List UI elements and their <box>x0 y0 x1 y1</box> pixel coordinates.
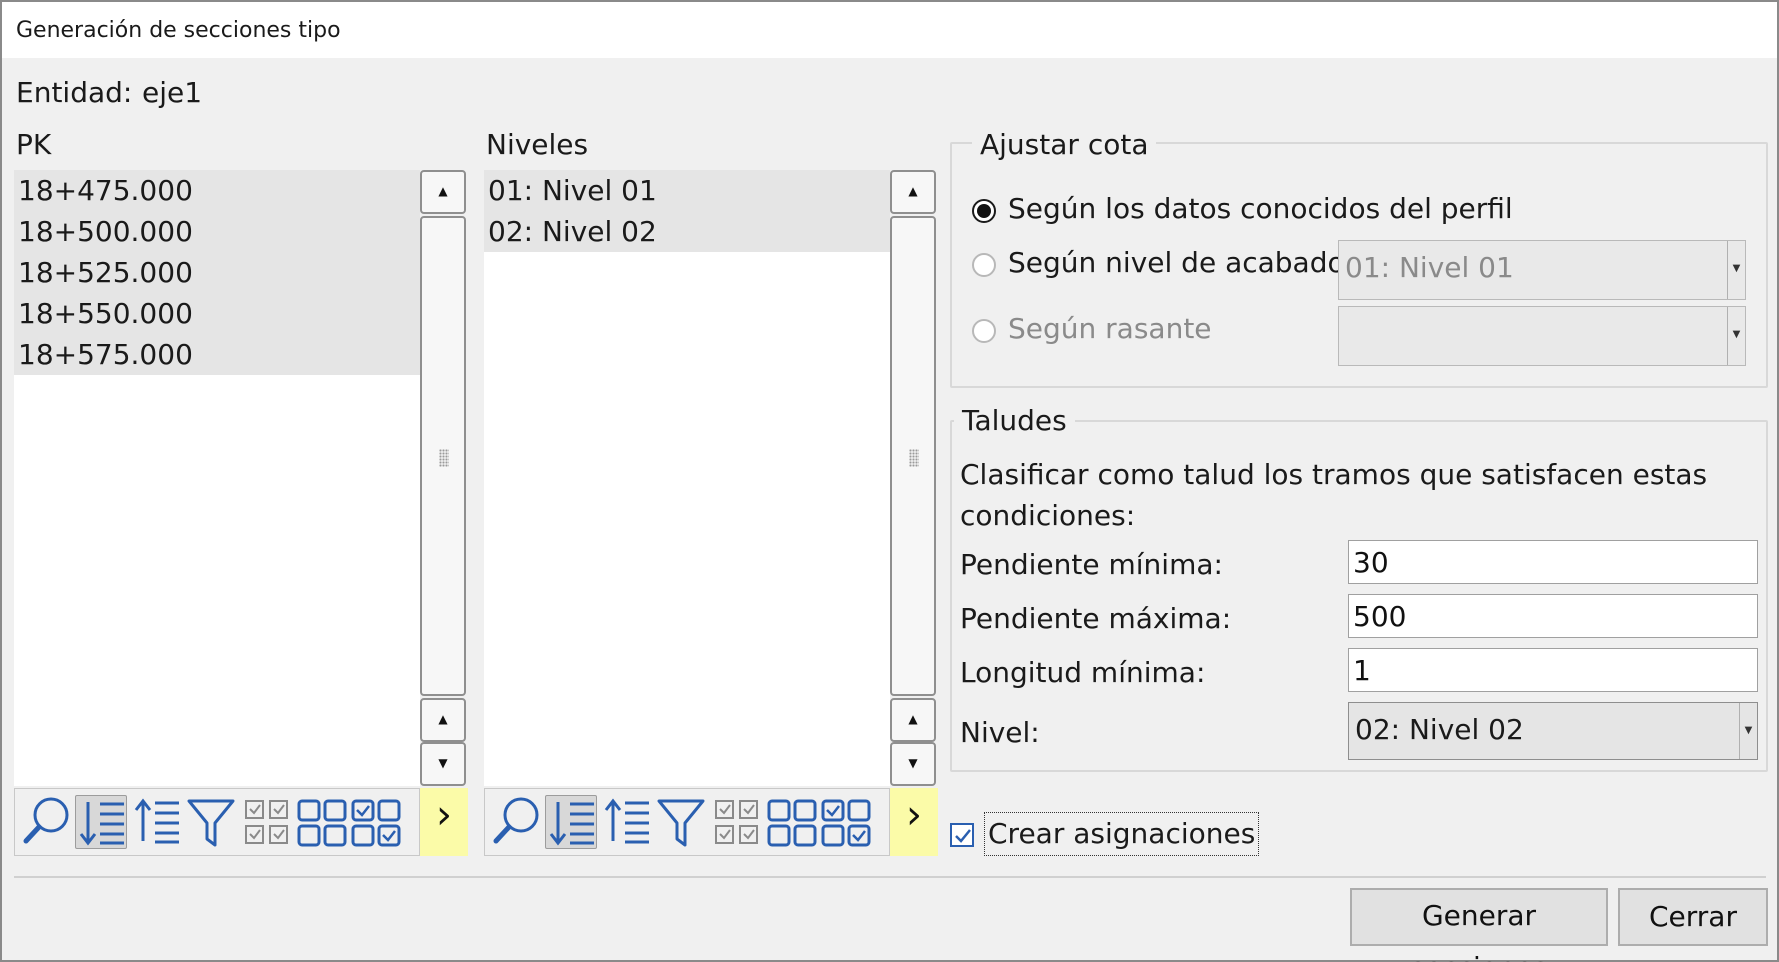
chevron-down-icon: ▼ <box>1732 329 1741 340</box>
list-item[interactable]: 18+500.000 <box>14 211 420 252</box>
select-none-icon[interactable] <box>767 795 819 849</box>
pendiente-minima-label: Pendiente mínima: <box>960 548 1223 581</box>
more-chevron-icon: › <box>436 792 452 838</box>
scroll-thumb[interactable] <box>420 216 466 696</box>
rasante-select: ▼ <box>1338 306 1746 366</box>
pk-more-button[interactable]: › <box>420 788 468 856</box>
niveles-title: Niveles <box>486 128 589 161</box>
entidad-value: eje1 <box>142 76 203 109</box>
list-item[interactable]: 02: Nivel 02 <box>484 211 890 252</box>
nivel-acabado-value: 01: Nivel 01 <box>1345 251 1514 284</box>
dropdown-button: ▼ <box>1727 241 1745 299</box>
niveles-more-button[interactable]: › <box>890 788 938 856</box>
grip-icon <box>439 449 449 467</box>
pk-scrollbar[interactable]: ▲ ▲ ▼ <box>420 170 468 786</box>
niveles-listbox[interactable]: 01: Nivel 01 02: Nivel 02 <box>484 170 890 786</box>
chevron-down-icon: ▼ <box>908 756 918 770</box>
chevron-up-icon: ▲ <box>908 184 918 198</box>
list-item[interactable]: 18+550.000 <box>14 293 420 334</box>
pendiente-maxima-input[interactable] <box>1348 594 1758 638</box>
sort-descending-icon[interactable] <box>545 795 597 849</box>
dropdown-button[interactable]: ▼ <box>1739 703 1757 759</box>
search-icon[interactable] <box>491 795 543 849</box>
scroll-down-button[interactable]: ▼ <box>420 742 466 786</box>
niveles-toolbar <box>484 788 890 856</box>
pk-listbox[interactable]: 18+475.000 18+500.000 18+525.000 18+550.… <box>14 170 420 786</box>
ajustar-cota-title: Ajustar cota <box>972 128 1157 161</box>
nivel-label: Nivel: <box>960 716 1040 749</box>
radio-rasante-label: Según rasante <box>1008 312 1212 345</box>
radio-nivel-acabado[interactable] <box>972 253 996 277</box>
list-item[interactable]: 01: Nivel 01 <box>484 170 890 211</box>
select-all-icon[interactable] <box>821 795 873 849</box>
chevron-down-icon: ▼ <box>1732 263 1741 274</box>
pendiente-minima-input[interactable] <box>1348 540 1758 584</box>
more-chevron-icon: › <box>906 792 922 838</box>
list-item[interactable]: 18+575.000 <box>14 334 420 375</box>
list-item[interactable]: 18+475.000 <box>14 170 420 211</box>
dropdown-button: ▼ <box>1727 307 1745 365</box>
list-item[interactable]: 18+525.000 <box>14 252 420 293</box>
select-none-icon[interactable] <box>297 795 349 849</box>
pendiente-maxima-field[interactable] <box>1349 595 1757 637</box>
nivel-value: 02: Nivel 02 <box>1355 713 1524 746</box>
niveles-scrollbar[interactable]: ▲ ▲ ▼ <box>890 170 938 786</box>
chevron-down-icon: ▼ <box>438 756 448 770</box>
chevron-up-icon: ▲ <box>438 712 448 726</box>
pendiente-minima-field[interactable] <box>1349 541 1757 583</box>
longitud-minima-field[interactable] <box>1349 649 1757 691</box>
chevron-down-icon: ▼ <box>1744 725 1753 736</box>
divider <box>14 876 1766 878</box>
window-title: Generación de secciones tipo <box>16 18 341 43</box>
radio-perfil[interactable] <box>972 199 996 223</box>
scroll-up-button[interactable]: ▲ <box>420 698 466 742</box>
longitud-minima-label: Longitud mínima: <box>960 656 1206 689</box>
scroll-down-button[interactable]: ▼ <box>890 742 936 786</box>
radio-nivel-acabado-label[interactable]: Según nivel de acabado <box>1008 246 1345 279</box>
crear-asignaciones-checkbox[interactable] <box>950 823 974 847</box>
sort-descending-icon[interactable] <box>75 795 127 849</box>
radio-rasante <box>972 319 996 343</box>
crear-asignaciones-label[interactable]: Crear asignaciones <box>984 812 1260 856</box>
search-icon[interactable] <box>21 795 73 849</box>
generar-secciones-button[interactable]: Generar secciones <box>1350 888 1608 962</box>
checkbox-grid-icon[interactable] <box>713 795 765 849</box>
chevron-up-icon: ▲ <box>908 712 918 726</box>
title-bar: Generación de secciones tipo <box>2 2 1777 58</box>
scroll-thumb[interactable] <box>890 216 936 696</box>
pendiente-maxima-label: Pendiente máxima: <box>960 602 1232 635</box>
scroll-top-button[interactable]: ▲ <box>420 170 466 214</box>
filter-icon[interactable] <box>185 795 237 849</box>
entidad-label: Entidad: <box>16 76 133 109</box>
taludes-description: Clasificar como talud los tramos que sat… <box>960 458 1708 532</box>
longitud-minima-input[interactable] <box>1348 648 1758 692</box>
pk-toolbar <box>14 788 420 856</box>
select-all-icon[interactable] <box>351 795 403 849</box>
nivel-select[interactable]: 02: Nivel 02 ▼ <box>1348 702 1758 760</box>
grip-icon <box>909 449 919 467</box>
nivel-acabado-select: 01: Nivel 01 ▼ <box>1338 240 1746 300</box>
taludes-title: Taludes <box>954 404 1075 437</box>
radio-perfil-label[interactable]: Según los datos conocidos del perfil <box>1008 192 1513 225</box>
scroll-up-button[interactable]: ▲ <box>890 698 936 742</box>
dialog-window: Generación de secciones tipo Entidad: ej… <box>0 0 1779 962</box>
checkmark-icon <box>955 829 971 843</box>
sort-ascending-icon[interactable] <box>601 795 653 849</box>
scroll-top-button[interactable]: ▲ <box>890 170 936 214</box>
pk-title: PK <box>16 128 52 161</box>
sort-ascending-icon[interactable] <box>131 795 183 849</box>
filter-icon[interactable] <box>655 795 707 849</box>
checkbox-grid-icon[interactable] <box>243 795 295 849</box>
cerrar-button[interactable]: Cerrar <box>1618 888 1768 946</box>
chevron-up-icon: ▲ <box>438 184 448 198</box>
